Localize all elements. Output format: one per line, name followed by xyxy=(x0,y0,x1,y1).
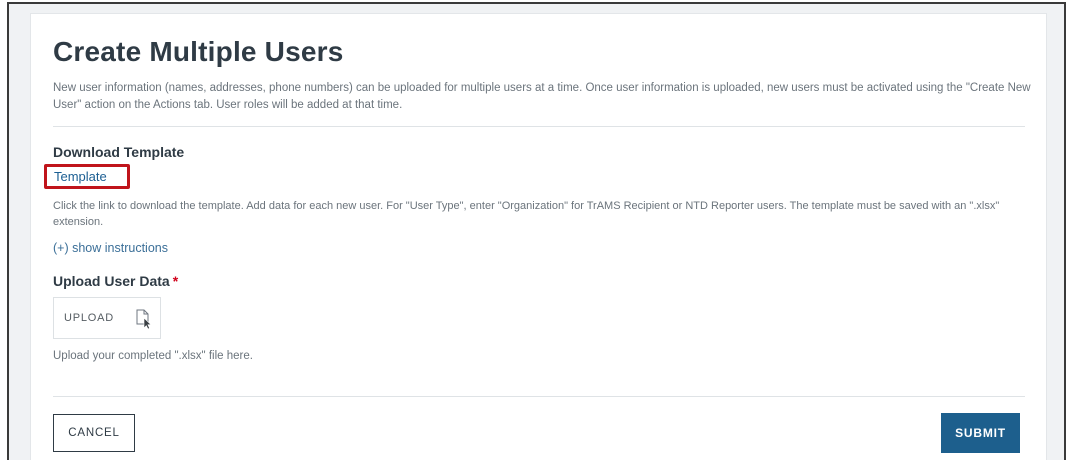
divider xyxy=(53,396,1025,397)
file-cursor-icon xyxy=(135,309,153,334)
submit-button[interactable]: SUBMIT xyxy=(941,413,1020,453)
divider xyxy=(53,126,1025,127)
download-template-heading: Download Template xyxy=(53,144,185,160)
download-help-text: Click the link to download the template.… xyxy=(53,200,1000,228)
upload-user-data-heading: Upload User Data * xyxy=(53,273,178,289)
required-marker: * xyxy=(172,273,179,289)
template-link[interactable]: Template xyxy=(44,164,130,189)
screenshot-frame: Create Multiple Users New user informati… xyxy=(7,2,1066,460)
create-users-card: Create Multiple Users New user informati… xyxy=(30,13,1047,460)
upload-button-label: UPLOAD xyxy=(64,312,115,324)
upload-help-text: Upload your completed ".xlsx" file here. xyxy=(53,350,253,362)
upload-heading-label: Upload User Data xyxy=(53,273,170,289)
cancel-button[interactable]: CANCEL xyxy=(53,414,135,452)
page-intro: New user information (names, addresses, … xyxy=(53,82,1031,111)
show-instructions-link[interactable]: (+) show instructions xyxy=(53,241,168,255)
page-title: Create Multiple Users xyxy=(53,36,344,67)
upload-button[interactable]: UPLOAD xyxy=(53,297,161,339)
